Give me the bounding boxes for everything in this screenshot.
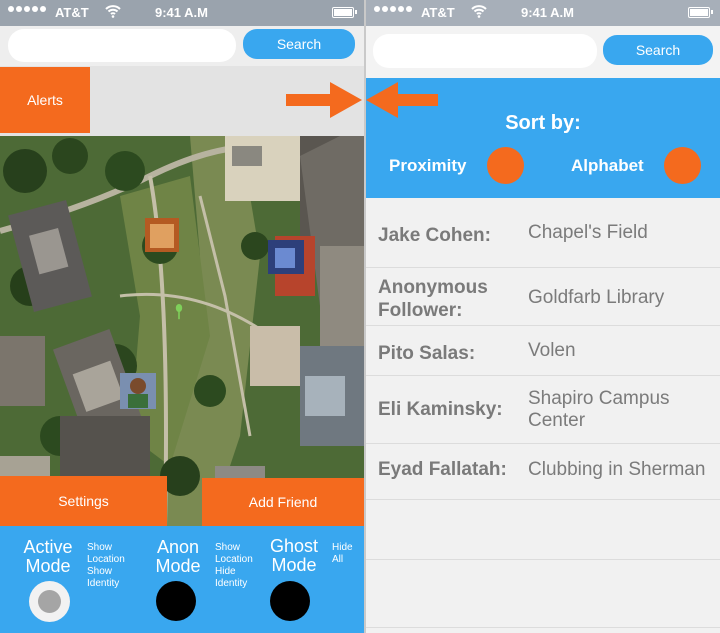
arrow-left-icon [366,82,438,118]
active-mode-title: Active Mode [23,537,73,576]
anon-mode-radio[interactable] [156,581,196,621]
list-item[interactable]: Eli Kaminsky: Shapiro Campus Center [366,376,720,444]
ghost-mode-description: Hide All [332,542,353,565]
carrier-label: AT&T [421,5,455,20]
person-location: Shapiro Campus Center [528,388,670,431]
search-input[interactable] [8,29,236,62]
person-location: Goldfarb Library [528,287,665,308]
active-mode-description: Show Location Show Identity [87,542,125,589]
list-item[interactable]: Anonymous Follower: Goldfarb Library [366,268,720,326]
status-bar: AT&T 9:41 A.M [0,0,364,26]
person-name: Anonymous Follower: [378,277,488,321]
person-location: Clubbing in Sherman [528,459,706,480]
clock: 9:41 A.M [521,5,574,20]
signal-dots-icon [374,6,412,12]
anon-mode-description: Show Location Hide Identity [215,542,253,589]
mode-selector: Active Mode Show Location Show Identity … [0,526,364,633]
sort-alphabet-radio[interactable] [664,147,701,184]
list-item[interactable]: Eyad Fallatah: Clubbing in Sherman [366,444,720,500]
carrier-label: AT&T [55,5,89,20]
sort-proximity-radio[interactable] [487,147,524,184]
arrow-right-icon [286,82,362,118]
list-item[interactable]: Jake Cohen: Chapel's Field [366,198,720,268]
alerts-button[interactable]: Alerts [0,67,90,133]
person-location: Chapel's Field [528,222,648,243]
search-button[interactable]: Search [603,35,713,65]
battery-icon [332,7,357,18]
sort-option-proximity-label: Proximity [389,156,467,175]
satellite-map-image [0,136,364,526]
wifi-icon [471,5,487,18]
list-item-empty [366,560,720,628]
wifi-icon [105,5,121,18]
settings-button[interactable]: Settings [0,476,167,526]
person-name: Pito Salas: [378,343,476,364]
search-bar: Search [0,26,364,66]
person-name: Eyad Fallatah: [378,459,507,480]
search-button[interactable]: Search [243,29,355,59]
map-pin-icon [175,304,183,320]
person-name: Eli Kaminsky: [378,399,503,420]
campus-map[interactable] [0,136,364,526]
anon-mode-title: Anon Mode [155,537,201,576]
battery-icon [688,7,713,18]
add-friend-button[interactable]: Add Friend [202,478,364,526]
status-bar: AT&T 9:41 A.M [366,0,720,26]
person-location: Volen [528,340,576,361]
active-mode-radio[interactable] [29,581,70,622]
ghost-mode-radio[interactable] [270,581,310,621]
sort-option-alphabet-label: Alphabet [571,156,644,175]
search-input[interactable] [373,34,597,68]
clock: 9:41 A.M [155,5,208,20]
list-item-empty [366,500,720,560]
people-list: Jake Cohen: Chapel's Field Anonymous Fol… [366,198,720,628]
list-item[interactable]: Pito Salas: Volen [366,326,720,376]
person-name: Jake Cohen: [378,225,491,246]
signal-dots-icon [8,6,46,12]
ghost-mode-title: Ghost Mode [269,536,319,575]
search-bar: Search [366,26,720,78]
